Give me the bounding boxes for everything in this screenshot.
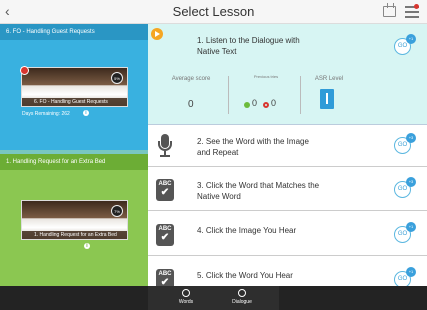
bottom-bar-right xyxy=(279,286,427,310)
lesson-label: 4. Click the Image You Hear xyxy=(197,226,297,235)
lesson-label: 2. See the Word with the Image and Repea… xyxy=(197,137,309,157)
dialogue-icon xyxy=(238,289,246,297)
points-badge: +1 xyxy=(406,34,416,44)
top-bar: ‹ Select Lesson xyxy=(0,0,427,24)
wrong-icon xyxy=(263,102,269,108)
page-title: Select Lesson xyxy=(172,4,255,19)
bottom-bar: Words Dialogue xyxy=(0,286,427,310)
points-badge: +1 xyxy=(406,222,416,232)
words-icon xyxy=(182,289,190,297)
average-score-label: Average score xyxy=(171,76,211,82)
go-button[interactable]: GO +1 xyxy=(394,34,416,55)
units-panel: 6. FO - Handling Guest Requests 5% 6. FO… xyxy=(0,24,148,286)
lesson-stats: Average score 0 Previous tries 0 0 ASR L… xyxy=(148,72,427,117)
notification-dot xyxy=(414,4,419,9)
unit-section-1: 6. FO - Handling Guest Requests 5% 6. FO… xyxy=(0,24,148,150)
previous-tries-label: Previous tries xyxy=(253,74,279,79)
lesson-item-1[interactable]: 1. Listen to the Dialogue with Native Te… xyxy=(148,24,427,125)
unit-card-1[interactable]: 5% 6. FO - Handling Guest Requests xyxy=(21,67,128,107)
unit-header-2[interactable]: 1. Handling Request for an Extra Bed xyxy=(0,154,148,170)
abc-check-icon: ABC ✔ xyxy=(156,269,174,286)
go-button[interactable]: GO +1 xyxy=(394,267,416,286)
play-icon[interactable] xyxy=(151,28,163,40)
divider xyxy=(300,76,301,114)
days-remaining: Days Remaining: 262 xyxy=(22,111,70,117)
asr-level-icon[interactable] xyxy=(320,89,334,109)
info-icon[interactable]: i xyxy=(83,110,89,116)
info-icon[interactable]: i xyxy=(84,243,90,249)
lesson-item-4[interactable]: ABC ✔ 4. Click the Image You Hear GO +1 xyxy=(148,214,427,256)
asr-level-label: ASR Level xyxy=(314,76,344,82)
progress-badge: 7% xyxy=(111,205,123,217)
correct-count: 0 xyxy=(252,98,258,108)
microphone-icon xyxy=(158,134,172,159)
progress-badge: 5% xyxy=(111,72,123,84)
lesson-item-3[interactable]: ABC ✔ 3. Click the Word that Matches the … xyxy=(148,169,427,211)
go-button[interactable]: GO +3 xyxy=(394,133,416,154)
go-button[interactable]: GO +1 xyxy=(394,222,416,243)
tab-words[interactable]: Words xyxy=(166,289,206,305)
unit-card-caption: 1. Handling Request for an Extra Bed xyxy=(22,231,127,239)
lesson-label: 5. Click the Word You Hear xyxy=(197,271,293,280)
wrong-count: 0 xyxy=(271,98,277,108)
abc-check-icon: ABC ✔ xyxy=(156,224,174,246)
tab-words-label: Words xyxy=(178,299,194,305)
lesson-item-2[interactable]: 2. See the Word with the Image and Repea… xyxy=(148,125,427,167)
tab-dialogue[interactable]: Dialogue xyxy=(222,289,262,305)
lesson-list: 1. Listen to the Dialogue with Native Te… xyxy=(148,24,427,286)
unit-card-caption: 6. FO - Handling Guest Requests xyxy=(22,98,127,106)
lesson-item-5[interactable]: ABC ✔ 5. Click the Word You Hear GO +1 xyxy=(148,259,427,286)
correct-icon xyxy=(244,102,250,108)
inbox-icon[interactable] xyxy=(383,3,396,17)
go-button[interactable]: GO +3 xyxy=(394,177,416,198)
unit-header-1[interactable]: 6. FO - Handling Guest Requests xyxy=(0,24,148,40)
alert-icon xyxy=(20,66,29,75)
unit-card-2[interactable]: 7% 1. Handling Request for an Extra Bed xyxy=(21,200,128,240)
bottom-bar-left xyxy=(0,286,148,310)
points-badge: +1 xyxy=(406,267,416,277)
average-score-value: 0 xyxy=(188,99,194,110)
tab-dialogue-label: Dialogue xyxy=(232,299,252,305)
divider xyxy=(228,76,229,114)
abc-check-icon: ABC ✔ xyxy=(156,179,174,201)
lesson-label: 3. Click the Word that Matches the Nativ… xyxy=(197,181,320,201)
points-badge: +3 xyxy=(406,133,416,143)
points-badge: +3 xyxy=(406,177,416,187)
lesson-label: 1. Listen to the Dialogue with Native Te… xyxy=(197,36,300,56)
